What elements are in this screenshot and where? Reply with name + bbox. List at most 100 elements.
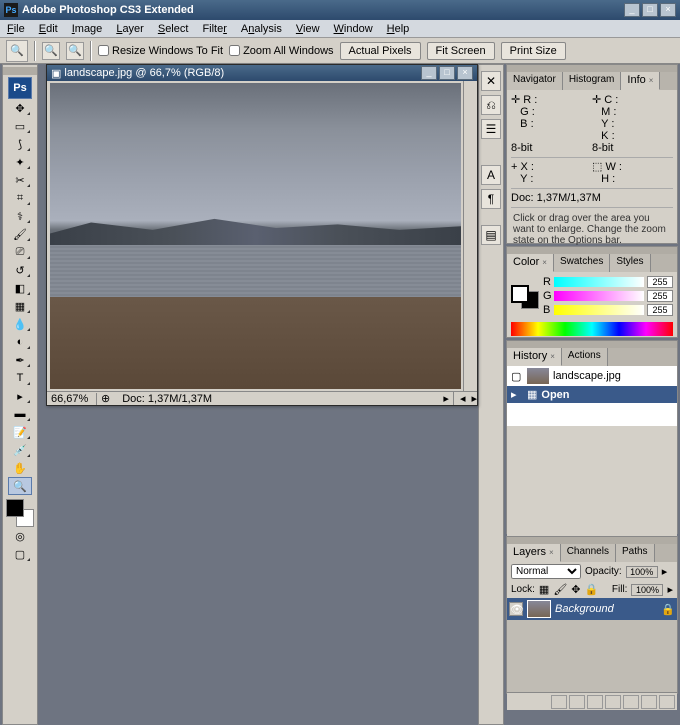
path-select-tool[interactable]: ▸: [8, 387, 32, 405]
screenmode-toggle[interactable]: ▢: [8, 545, 32, 563]
slider-b[interactable]: [554, 305, 644, 315]
link-layers-button[interactable]: [551, 695, 567, 709]
dock-paragraph-icon[interactable]: ¶: [481, 189, 501, 209]
layer-background[interactable]: 👁 Background 🔒: [507, 598, 677, 620]
lock-trans-icon[interactable]: ▦: [539, 583, 549, 596]
tab-actions[interactable]: Actions: [562, 348, 608, 366]
tab-history[interactable]: History×: [507, 348, 562, 366]
dock-layercomps-icon[interactable]: ▤: [481, 225, 501, 245]
menu-analysis[interactable]: Analysis: [234, 21, 289, 37]
menu-filter[interactable]: Filter: [195, 21, 233, 37]
value-r[interactable]: 255: [647, 276, 673, 288]
minimize-button[interactable]: _: [624, 3, 640, 17]
dock-clone-icon[interactable]: ⎌: [481, 95, 501, 115]
history-brush-source-icon[interactable]: ▢: [511, 370, 523, 383]
value-b[interactable]: 255: [647, 304, 673, 316]
resize-windows-checkbox[interactable]: Resize Windows To Fit: [98, 45, 223, 57]
slider-g[interactable]: [554, 291, 644, 301]
crop-tool[interactable]: ✂: [8, 171, 32, 189]
tab-color[interactable]: Color×: [507, 254, 554, 272]
menu-layer[interactable]: Layer: [109, 21, 151, 37]
doc-maximize-button[interactable]: □: [439, 66, 455, 80]
slider-r[interactable]: [554, 277, 644, 287]
new-layer-button[interactable]: [641, 695, 657, 709]
zoom-tool-current[interactable]: 🔍: [6, 40, 28, 62]
color-fgbg[interactable]: [511, 285, 539, 309]
actual-pixels-button[interactable]: Actual Pixels: [340, 42, 421, 60]
blend-mode-select[interactable]: Normal: [511, 564, 581, 579]
statusbar-menu[interactable]: ▸: [439, 392, 453, 405]
layer-group-button[interactable]: [623, 695, 639, 709]
menu-edit[interactable]: Edit: [32, 21, 65, 37]
zoom-field[interactable]: 66,67%: [47, 393, 97, 405]
history-brush-tool[interactable]: ↺: [8, 261, 32, 279]
dock-character-icon[interactable]: A: [481, 165, 501, 185]
dock-brushes-icon[interactable]: ✕: [481, 71, 501, 91]
heal-tool[interactable]: ⚕: [8, 207, 32, 225]
zoom-all-checkbox[interactable]: Zoom All Windows: [229, 45, 333, 57]
move-tool[interactable]: ✥: [8, 99, 32, 117]
menu-image[interactable]: Image: [65, 21, 110, 37]
shape-tool[interactable]: ▬: [8, 405, 32, 423]
dock-tool-presets-icon[interactable]: ☰: [481, 119, 501, 139]
tab-styles[interactable]: Styles: [610, 254, 650, 272]
opacity-field[interactable]: 100%: [626, 566, 658, 578]
scroll-right-button[interactable]: ▸: [471, 392, 477, 405]
brush-tool[interactable]: 🖌: [8, 225, 32, 243]
blur-tool[interactable]: 💧: [8, 315, 32, 333]
doc-minimize-button[interactable]: _: [421, 66, 437, 80]
lock-paint-icon[interactable]: 🖌: [553, 583, 567, 596]
document-titlebar[interactable]: ▣ landscape.jpg @ 66,7% (RGB/8) _ □ ×: [47, 65, 477, 81]
type-tool[interactable]: T: [8, 369, 32, 387]
value-g[interactable]: 255: [647, 290, 673, 302]
history-snapshot[interactable]: ▢landscape.jpg: [507, 366, 677, 386]
marquee-tool[interactable]: ▭: [8, 117, 32, 135]
menu-window[interactable]: Window: [327, 21, 380, 37]
lock-all-icon[interactable]: 🔒: [585, 583, 599, 596]
fit-screen-button[interactable]: Fit Screen: [427, 42, 495, 60]
history-step-open[interactable]: ▸▦Open: [507, 386, 677, 403]
tab-channels[interactable]: Channels: [561, 544, 616, 562]
dodge-tool[interactable]: ◐: [8, 333, 32, 351]
color-spectrum[interactable]: [511, 322, 673, 336]
layer-mask-button[interactable]: [587, 695, 603, 709]
zoom-tool[interactable]: 🔍: [8, 477, 32, 495]
tab-swatches[interactable]: Swatches: [554, 254, 610, 272]
maximize-button[interactable]: □: [642, 3, 658, 17]
doc-close-button[interactable]: ×: [457, 66, 473, 80]
fill-field[interactable]: 100%: [631, 584, 663, 596]
quickmask-toggle[interactable]: ◎: [8, 527, 32, 545]
slice-tool[interactable]: ⌗: [8, 189, 32, 207]
tab-histogram[interactable]: Histogram: [563, 72, 622, 90]
photoshop-icon[interactable]: Ps: [8, 77, 32, 99]
layer-style-button[interactable]: [569, 695, 585, 709]
tab-layers[interactable]: Layers×: [507, 544, 561, 562]
lock-move-icon[interactable]: ✥: [571, 583, 580, 596]
gradient-tool[interactable]: ▦: [8, 297, 32, 315]
zoom-out-icon[interactable]: 🔍: [66, 42, 84, 60]
vertical-scrollbar[interactable]: [463, 81, 477, 391]
color-picker[interactable]: [6, 499, 34, 527]
tab-paths[interactable]: Paths: [616, 544, 655, 562]
pen-tool[interactable]: ✒: [8, 351, 32, 369]
tab-info[interactable]: Info×: [621, 72, 660, 90]
eraser-tool[interactable]: ◧: [8, 279, 32, 297]
adjustment-layer-button[interactable]: [605, 695, 621, 709]
notes-tool[interactable]: 📝: [8, 423, 32, 441]
print-size-button[interactable]: Print Size: [501, 42, 566, 60]
stamp-tool[interactable]: ⎚: [8, 243, 32, 261]
menu-view[interactable]: View: [289, 21, 327, 37]
close-button[interactable]: ×: [660, 3, 676, 17]
menu-help[interactable]: Help: [380, 21, 417, 37]
canvas[interactable]: [50, 83, 461, 389]
zoom-in-icon[interactable]: 🔍: [42, 42, 60, 60]
visibility-icon[interactable]: 👁: [509, 602, 523, 616]
menu-select[interactable]: Select: [151, 21, 196, 37]
delete-layer-button[interactable]: [659, 695, 675, 709]
lasso-tool[interactable]: ⟆: [8, 135, 32, 153]
eyedropper-tool[interactable]: 💉: [8, 441, 32, 459]
hand-tool[interactable]: ✋: [8, 459, 32, 477]
tab-navigator[interactable]: Navigator: [507, 72, 563, 90]
scroll-left-button[interactable]: ◂: [453, 392, 472, 405]
menu-file[interactable]: File: [0, 21, 32, 37]
